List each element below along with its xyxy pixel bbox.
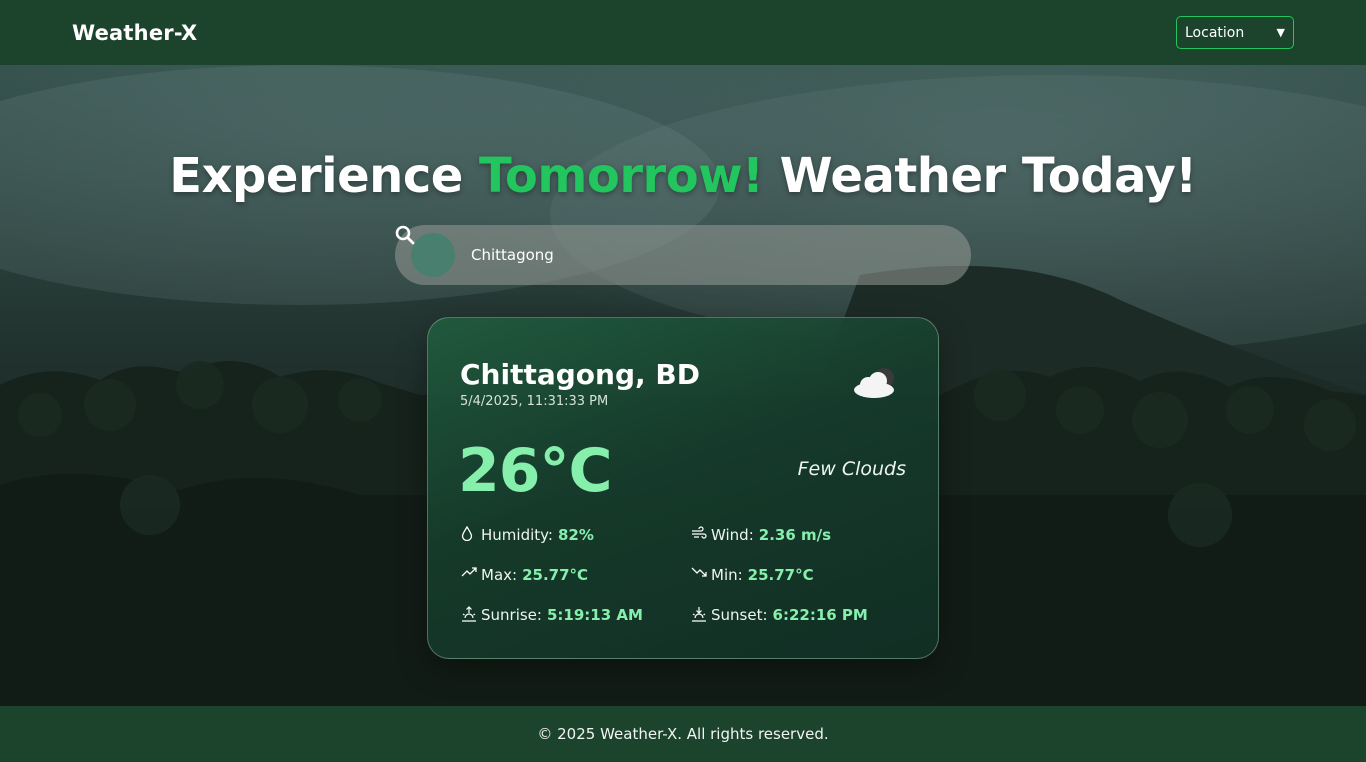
- hero-headline: Experience Tomorrow! Weather Today!: [0, 148, 1366, 204]
- weather-card: Chittagong, BD 5/4/2025, 11:31:33 PM 26°…: [427, 317, 939, 659]
- stat-wind: Wind: 2.36 m/s: [691, 526, 831, 544]
- city-search-input[interactable]: [471, 246, 931, 264]
- stat-max: Max: 25.77°C: [461, 566, 588, 584]
- headline-start: Experience: [169, 148, 463, 204]
- droplet-icon: [461, 526, 477, 543]
- stat-label: Humidity:: [481, 526, 553, 544]
- stat-value: 25.77°C: [522, 566, 589, 584]
- stat-label: Max:: [481, 566, 518, 584]
- headline-accent: Tomorrow!: [479, 148, 764, 204]
- weather-description: Few Clouds: [797, 458, 906, 480]
- search-icon[interactable]: [395, 225, 455, 277]
- wind-icon: [691, 526, 707, 543]
- search-bar: [395, 225, 971, 285]
- city-name: Chittagong, BD: [460, 358, 700, 391]
- sunrise-icon: [461, 606, 477, 623]
- temperature-value: 26°C: [458, 436, 613, 506]
- stat-value: 5:19:13 AM: [546, 606, 643, 624]
- chevron-down-icon: ▼: [1276, 26, 1285, 39]
- footer: © 2025 Weather-X. All rights reserved.: [0, 706, 1366, 762]
- local-datetime: 5/4/2025, 11:31:33 PM: [460, 394, 609, 409]
- stat-label: Min:: [711, 566, 743, 584]
- stat-value: 82%: [557, 526, 594, 544]
- stat-value: 25.77°C: [747, 566, 814, 584]
- location-select-value: Location: [1185, 24, 1245, 41]
- hero-section: Experience Tomorrow! Weather Today! Chit…: [0, 65, 1366, 706]
- trend-down-icon: [691, 567, 707, 583]
- top-navbar: Weather-X Location ▼: [0, 0, 1366, 65]
- stat-label: Wind:: [711, 526, 754, 544]
- copyright-text: © 2025 Weather-X. All rights reserved.: [537, 725, 829, 743]
- location-select[interactable]: Location ▼: [1176, 16, 1294, 49]
- stat-sunset: Sunset: 6:22:16 PM: [691, 606, 868, 624]
- sunset-icon: [691, 607, 707, 623]
- stat-min: Min: 25.77°C: [691, 566, 814, 584]
- brand-logo[interactable]: Weather-X: [72, 21, 197, 45]
- stat-value: 6:22:16 PM: [772, 606, 868, 624]
- stat-humidity: Humidity: 82%: [461, 526, 594, 544]
- headline-end: Weather Today!: [779, 148, 1198, 204]
- stat-label: Sunrise:: [481, 606, 542, 624]
- stat-sunrise: Sunrise: 5:19:13 AM: [461, 606, 643, 624]
- trend-up-icon: [461, 567, 477, 583]
- stat-value: 2.36 m/s: [758, 526, 832, 544]
- stat-label: Sunset:: [711, 606, 768, 624]
